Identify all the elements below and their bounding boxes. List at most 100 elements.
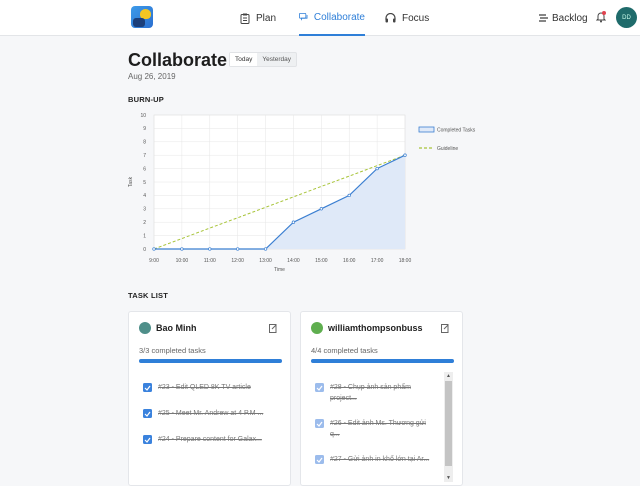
backlog-icon [539, 14, 548, 22]
segment-yesterday[interactable]: Yesterday [257, 53, 296, 66]
x-tick-label: 16:00 [343, 258, 356, 264]
completed-tasks-point [375, 166, 379, 171]
x-tick-label: 18:00 [399, 258, 412, 264]
scroll-thumb[interactable] [445, 381, 452, 466]
completed-tasks-point [263, 247, 268, 251]
task-text: #23 - Edit QLED 8K TV article [158, 384, 251, 391]
x-tick-label: 17:00 [371, 258, 384, 264]
legend-swatch-completed [418, 126, 435, 133]
task-item[interactable]: #25 - Meet Mr. Andrew at 4 P.M ... [143, 408, 273, 419]
completed-tasks-point [152, 247, 156, 251]
task-checkbox[interactable] [143, 409, 152, 418]
segment-today[interactable]: Today [230, 53, 258, 66]
task-item[interactable]: #24 - Prepare content for Galax... [143, 434, 273, 445]
task-checkbox[interactable] [143, 435, 152, 444]
member-name: williamthompsonbussi... [328, 323, 423, 333]
task-text: #26 - Edit ảnh Ms. Thương gửi q... [330, 420, 426, 438]
note-icon[interactable] [269, 324, 277, 333]
x-tick-label: 14:00 [287, 258, 300, 264]
completed-tasks-point [236, 247, 240, 251]
x-tick-label: 13:00 [259, 258, 272, 264]
x-tick-label: 9:00 [149, 258, 159, 264]
y-tick-label: 4 [143, 193, 146, 199]
nav-tab-focus[interactable]: Focus [385, 0, 429, 36]
check-icon [144, 411, 151, 417]
chat-icon [299, 12, 308, 21]
task-text: #25 - Meet Mr. Andrew at 4 P.M ... [158, 410, 264, 417]
completed-tasks-point [347, 193, 351, 198]
y-tick-label: 3 [143, 207, 146, 213]
completed-tasks-point [319, 207, 323, 211]
clipboard-icon [240, 13, 250, 24]
member-card: Bao Minh 3/3 completed tasks #23 - Edit … [128, 311, 291, 486]
task-text: #28 - Chụp ảnh sản phẩm project... [330, 384, 411, 402]
day-segmented-control: Today Yesterday [229, 52, 298, 67]
y-tick-label: 8 [143, 140, 146, 146]
completed-count: 4/4 completed tasks [311, 346, 378, 355]
page-title: Collaborate [128, 50, 228, 70]
task-text: #24 - Prepare content for Galax... [158, 436, 262, 443]
task-checkbox[interactable] [315, 419, 324, 428]
member-avatar [139, 322, 151, 334]
legend-label-completed: Completed Tasks [437, 128, 476, 134]
y-tick-label: 10 [140, 113, 146, 119]
burnup-chart: 0 1 2 3 4 5 6 7 8 9 10 9:00 10:00 11:00 12:00 13:00 14:0… [128, 113, 476, 273]
y-tick-label: 1 [143, 233, 146, 239]
x-axis-label: Time [274, 267, 285, 273]
tasklist-section-label: TASK LIST [128, 291, 168, 300]
completed-tasks-point [291, 220, 296, 224]
completed-count: 3/3 completed tasks [139, 346, 206, 355]
nav-tab-collaborate[interactable]: Collaborate [299, 0, 365, 36]
legend-label-guideline: Guideline [437, 146, 458, 152]
headphones-icon [385, 13, 396, 23]
y-axis-label: Task [128, 176, 134, 187]
y-tick-label: 2 [143, 220, 146, 226]
burnup-section-label: BURN-UP [128, 95, 164, 104]
task-item[interactable]: #26 - Edit ảnh Ms. Thương gửi q... [315, 418, 433, 440]
progress-bar [311, 359, 454, 363]
x-tick-label: 10:00 [176, 258, 189, 264]
nav-tab-focus-label: Focus [402, 12, 430, 24]
progress-fill [311, 359, 454, 363]
check-icon [316, 457, 323, 463]
user-avatar[interactable]: DD [616, 7, 637, 28]
completed-tasks-point [180, 247, 184, 251]
check-icon [144, 437, 151, 443]
member-avatar [311, 322, 323, 334]
x-tick-label: 12:00 [231, 258, 244, 264]
member-name: Bao Minh [156, 323, 197, 333]
check-icon [144, 385, 151, 391]
task-list-scrollbar[interactable]: ▲ ▼ [444, 372, 453, 482]
scroll-up-arrow-icon[interactable]: ▲ [444, 372, 453, 380]
y-tick-label: 5 [143, 180, 146, 186]
backlog-button[interactable]: Backlog [539, 0, 588, 36]
task-checkbox[interactable] [143, 383, 152, 392]
progress-bar [139, 359, 282, 363]
task-checkbox[interactable] [315, 383, 324, 392]
nav-tab-plan-label: Plan [256, 12, 277, 24]
x-tick-label: 15:00 [315, 258, 328, 264]
progress-fill [139, 359, 282, 363]
task-item[interactable]: #27 - Gửi ảnh in khổ lớn tại Ar... [315, 454, 437, 465]
x-tick-label: 11:00 [204, 258, 216, 264]
note-icon[interactable] [441, 324, 449, 333]
task-checkbox[interactable] [315, 455, 324, 464]
member-card: williamthompsonbussi... 4/4 completed ta… [300, 311, 463, 486]
completed-tasks-point [403, 153, 407, 157]
page-date: Aug 26, 2019 [128, 72, 176, 81]
y-tick-label: 0 [143, 247, 146, 253]
nav-tab-plan[interactable]: Plan [240, 0, 276, 36]
y-tick-label: 6 [143, 166, 146, 172]
top-navigation-bar: Plan Collaborate Focus Backlog DD [0, 0, 640, 36]
app-logo[interactable] [131, 6, 153, 28]
completed-tasks-point [208, 247, 212, 251]
check-icon [316, 385, 323, 391]
backlog-label: Backlog [552, 12, 588, 24]
task-item[interactable]: #23 - Edit QLED 8K TV article [143, 382, 273, 393]
scroll-down-arrow-icon[interactable]: ▼ [444, 474, 453, 482]
y-tick-label: 9 [143, 126, 146, 132]
check-icon [316, 421, 323, 427]
task-item[interactable]: #28 - Chụp ảnh sản phẩm project... [315, 382, 433, 404]
y-tick-label: 7 [143, 153, 146, 159]
notification-bell-icon[interactable] [596, 11, 606, 23]
